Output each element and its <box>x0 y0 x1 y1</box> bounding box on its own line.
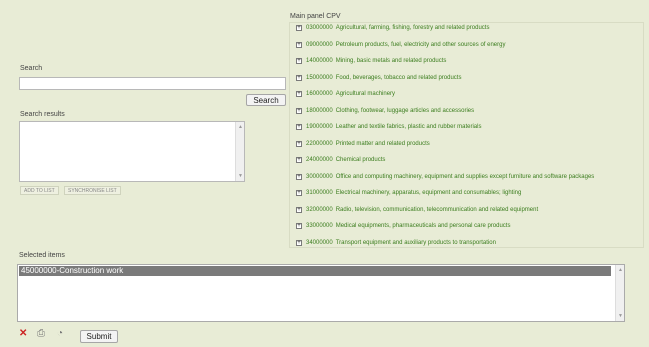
cpv-code: 15000000 <box>306 74 333 81</box>
cpv-label[interactable]: Agricultural machinery <box>336 91 395 97</box>
cpv-code: 24000000 <box>306 157 333 163</box>
cpv-label[interactable]: Clothing, footwear, luggage articles and… <box>336 108 474 114</box>
selected-items-scrollbar[interactable]: ▲ ▼ <box>615 265 624 321</box>
cpv-code: 19000000 <box>306 124 333 130</box>
cpv-code: 34000000 <box>306 239 333 246</box>
cpv-item[interactable]: +14000000 Mining, basic metals and relate… <box>296 58 446 64</box>
cpv-code: 16000000 <box>306 91 333 97</box>
cpv-label[interactable]: Mining, basic metals and related product… <box>336 58 447 64</box>
search-results-list[interactable]: ▲ ▼ <box>19 121 245 182</box>
cpv-label[interactable]: Chemical products <box>336 157 386 163</box>
cpv-tree-panel: +03000000 Agricultural, farming, fishing,… <box>289 22 644 248</box>
expand-icon[interactable]: + <box>296 41 302 48</box>
cpv-item[interactable]: +33000000 Medical equipments, pharmaceuti… <box>296 223 510 229</box>
expand-icon[interactable]: + <box>296 173 302 180</box>
cpv-label[interactable]: Electrical machinery, apparatus, equipme… <box>336 190 522 196</box>
cpv-item[interactable]: +19000000 Leather and textile fabrics, pl… <box>296 124 481 130</box>
expand-icon[interactable]: + <box>296 58 302 64</box>
cpv-label[interactable]: Medical equipments, pharmaceuticals and … <box>336 223 511 229</box>
cpv-code: 09000000 <box>306 41 333 48</box>
cpv-code: 30000000 <box>306 173 333 180</box>
cpv-item[interactable]: +18000000 Clothing, footwear, luggage art… <box>296 107 474 114</box>
add-to-list-button[interactable]: ADD TO LIST <box>20 186 59 195</box>
eye-icon[interactable]: ◔ <box>57 328 63 339</box>
cpv-code: 31000000 <box>306 190 333 196</box>
cpv-item[interactable]: +03000000 Agricultural, farming, fishing,… <box>296 25 489 31</box>
cpv-item[interactable]: +24000000 Chemical products <box>296 157 385 163</box>
expand-icon[interactable]: + <box>296 223 302 229</box>
search-button[interactable]: Search <box>246 94 286 106</box>
cpv-label[interactable]: Agricultural, farming, fishing, forestry… <box>336 25 490 31</box>
cpv-item[interactable]: +15000000 Food, beverages, tobacco and re… <box>296 74 462 81</box>
expand-icon[interactable]: + <box>296 74 302 81</box>
cpv-label[interactable]: Radio, television, communication, teleco… <box>336 207 538 213</box>
expand-icon[interactable]: + <box>296 107 302 114</box>
cpv-label[interactable]: Food, beverages, tobacco and related pro… <box>336 75 462 81</box>
scroll-down-icon[interactable]: ▼ <box>618 313 623 319</box>
expand-icon[interactable]: + <box>296 140 302 147</box>
expand-icon[interactable]: + <box>296 124 302 130</box>
cpv-code: 32000000 <box>306 206 333 213</box>
cpv-code: 18000000 <box>306 107 333 114</box>
cpv-item[interactable]: +16000000 Agricultural machinery <box>296 91 395 97</box>
expand-icon[interactable]: + <box>296 206 302 213</box>
scroll-up-icon[interactable]: ▲ <box>238 124 243 130</box>
cpv-code: 03000000 <box>306 25 333 31</box>
scroll-down-icon[interactable]: ▼ <box>238 173 243 179</box>
cpv-code: 22000000 <box>306 140 333 147</box>
search-results-scrollbar[interactable]: ▲ ▼ <box>235 122 244 181</box>
expand-icon[interactable]: + <box>296 190 302 196</box>
selected-item[interactable]: 45000000-Construction work <box>19 266 611 276</box>
cpv-code: 33000000 <box>306 223 333 229</box>
cpv-label[interactable]: Printed matter and related products <box>336 141 430 147</box>
cpv-item[interactable]: +22000000 Printed matter and related prod… <box>296 140 430 147</box>
scroll-up-icon[interactable]: ▲ <box>618 267 623 273</box>
cpv-label[interactable]: Office and computing machinery, equipmen… <box>336 174 595 180</box>
selected-items-label: Selected items <box>19 252 65 259</box>
cpv-item[interactable]: +31000000 Electrical machinery, apparatus… <box>296 190 521 196</box>
expand-icon[interactable]: + <box>296 91 302 97</box>
search-input[interactable] <box>19 77 286 90</box>
expand-icon[interactable]: + <box>296 157 302 163</box>
main-panel-title: Main panel CPV <box>290 13 341 20</box>
cpv-item[interactable]: +34000000 Transport equipment and auxilia… <box>296 239 496 246</box>
expand-icon[interactable]: + <box>296 239 302 246</box>
cpv-code: 14000000 <box>306 58 333 64</box>
cpv-item[interactable]: +32000000 Radio, television, communicatio… <box>296 206 538 213</box>
selected-items-list[interactable]: 45000000-Construction work ▲ ▼ <box>17 264 625 322</box>
submit-button[interactable]: Submit <box>80 330 118 343</box>
cpv-label[interactable]: Transport equipment and auxiliary produc… <box>336 240 496 246</box>
cpv-label[interactable]: Leather and textile fabrics, plastic and… <box>336 124 482 130</box>
print-icon[interactable]: ⎙ <box>37 328 45 339</box>
cpv-label[interactable]: Petroleum products, fuel, electricity an… <box>336 42 506 48</box>
synchronise-list-button[interactable]: SYNCHRONISE LIST <box>64 186 121 195</box>
close-icon[interactable]: ✕ <box>19 328 27 339</box>
cpv-item[interactable]: +09000000 Petroleum products, fuel, elect… <box>296 41 506 48</box>
search-results-label: Search results <box>20 111 65 118</box>
cpv-item[interactable]: +30000000 Office and computing machinery,… <box>296 173 595 180</box>
search-label: Search <box>20 65 43 72</box>
expand-icon[interactable]: + <box>296 25 302 31</box>
